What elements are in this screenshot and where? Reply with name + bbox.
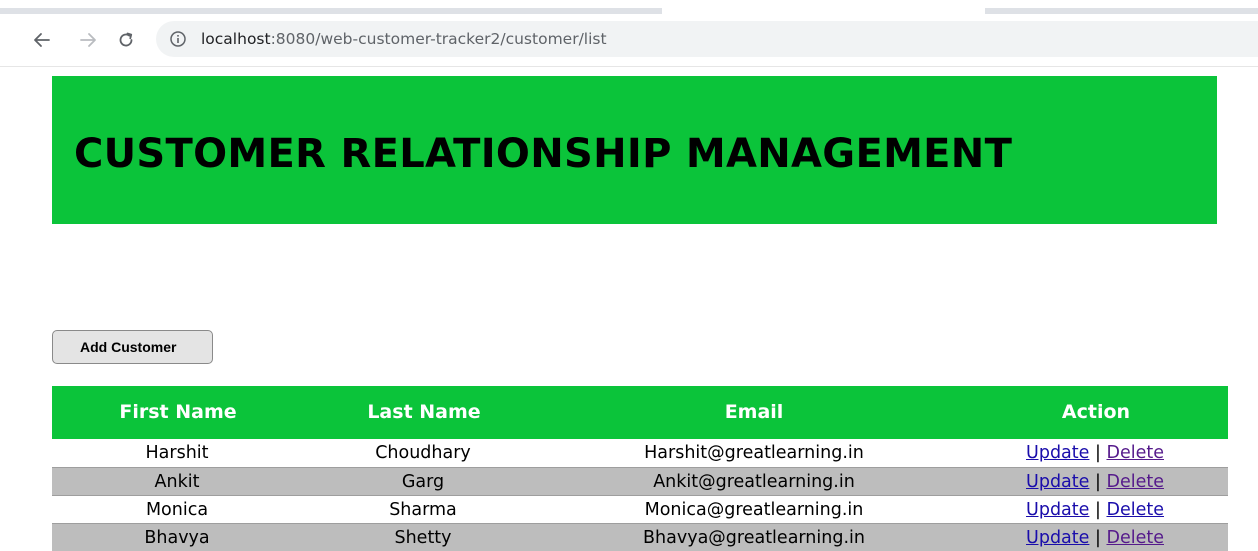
cell-first-name: Bhavya <box>144 528 210 548</box>
action-separator: | <box>1094 472 1101 492</box>
table-row: Ankit Garg Ankit@greatlearning.in Update… <box>52 467 1228 495</box>
action-separator: | <box>1094 500 1101 520</box>
tab-strip <box>0 0 1258 14</box>
reload-button[interactable] <box>112 26 140 54</box>
back-button[interactable] <box>28 26 56 54</box>
delete-link[interactable]: Delete <box>1106 443 1164 463</box>
cell-email: Monica@greatlearning.in <box>644 500 864 520</box>
add-customer-label: Add Customer <box>80 339 177 355</box>
cell-last-name: Shetty <box>394 528 452 548</box>
address-bar[interactable]: localhost:8080/web-customer-tracker2/cus… <box>156 21 1258 57</box>
cell-email: Ankit@greatlearning.in <box>653 472 855 492</box>
reload-icon <box>119 32 133 47</box>
cell-first-name: Ankit <box>154 472 200 492</box>
update-link[interactable]: Update <box>1026 528 1089 548</box>
table-row: Harshit Choudhary Harshit@greatlearning.… <box>52 439 1228 467</box>
url-text[interactable]: localhost:8080/web-customer-tracker2/cus… <box>201 29 607 49</box>
table-row: Monica Sharma Monica@greatlearning.in Up… <box>52 495 1228 523</box>
cell-first-name: Harshit <box>145 443 209 463</box>
action-separator: | <box>1094 528 1101 548</box>
delete-link[interactable]: Delete <box>1106 472 1164 492</box>
column-header-email: Email <box>724 401 784 423</box>
add-customer-button[interactable]: Add Customer <box>52 330 213 364</box>
forward-button[interactable] <box>74 26 102 54</box>
delete-link[interactable]: Delete <box>1106 528 1164 548</box>
column-header-last-name: Last Name <box>367 401 481 423</box>
cell-first-name: Monica <box>145 500 209 520</box>
action-separator: | <box>1094 443 1101 463</box>
cell-email: Harshit@greatlearning.in <box>644 443 864 463</box>
cell-action: Update | Delete <box>1026 499 1164 521</box>
back-arrow-icon <box>34 33 50 47</box>
browser-toolbar: localhost:8080/web-customer-tracker2/cus… <box>0 14 1258 67</box>
info-icon[interactable] <box>169 30 187 48</box>
url-host: localhost <box>201 30 271 48</box>
header-banner: CUSTOMER RELATIONSHIP MANAGEMENT <box>52 76 1217 224</box>
cell-last-name: Sharma <box>389 500 457 520</box>
table-row: Bhavya Shetty Bhavya@greatlearning.in Up… <box>52 523 1228 551</box>
delete-link[interactable]: Delete <box>1106 500 1164 520</box>
update-link[interactable]: Update <box>1026 500 1089 520</box>
cell-action: Update | Delete <box>1026 527 1164 549</box>
cell-action: Update | Delete <box>1026 442 1164 464</box>
page-title: CUSTOMER RELATIONSHIP MANAGEMENT <box>74 131 1013 177</box>
customer-table: First Name Last Name Email Action Harshi… <box>52 386 1228 551</box>
cell-action: Update | Delete <box>1026 471 1164 493</box>
cell-last-name: Garg <box>401 472 445 492</box>
cell-email: Bhavya@greatlearning.in <box>643 528 865 548</box>
forward-arrow-icon <box>80 33 96 47</box>
url-path: :8080/web-customer-tracker2/customer/lis… <box>270 30 607 48</box>
cell-last-name: Choudhary <box>375 443 471 463</box>
column-header-first-name: First Name <box>119 401 237 423</box>
table-header: First Name Last Name Email Action <box>52 386 1228 439</box>
column-header-action: Action <box>1061 401 1131 423</box>
update-link[interactable]: Update <box>1026 472 1089 492</box>
update-link[interactable]: Update <box>1026 443 1089 463</box>
